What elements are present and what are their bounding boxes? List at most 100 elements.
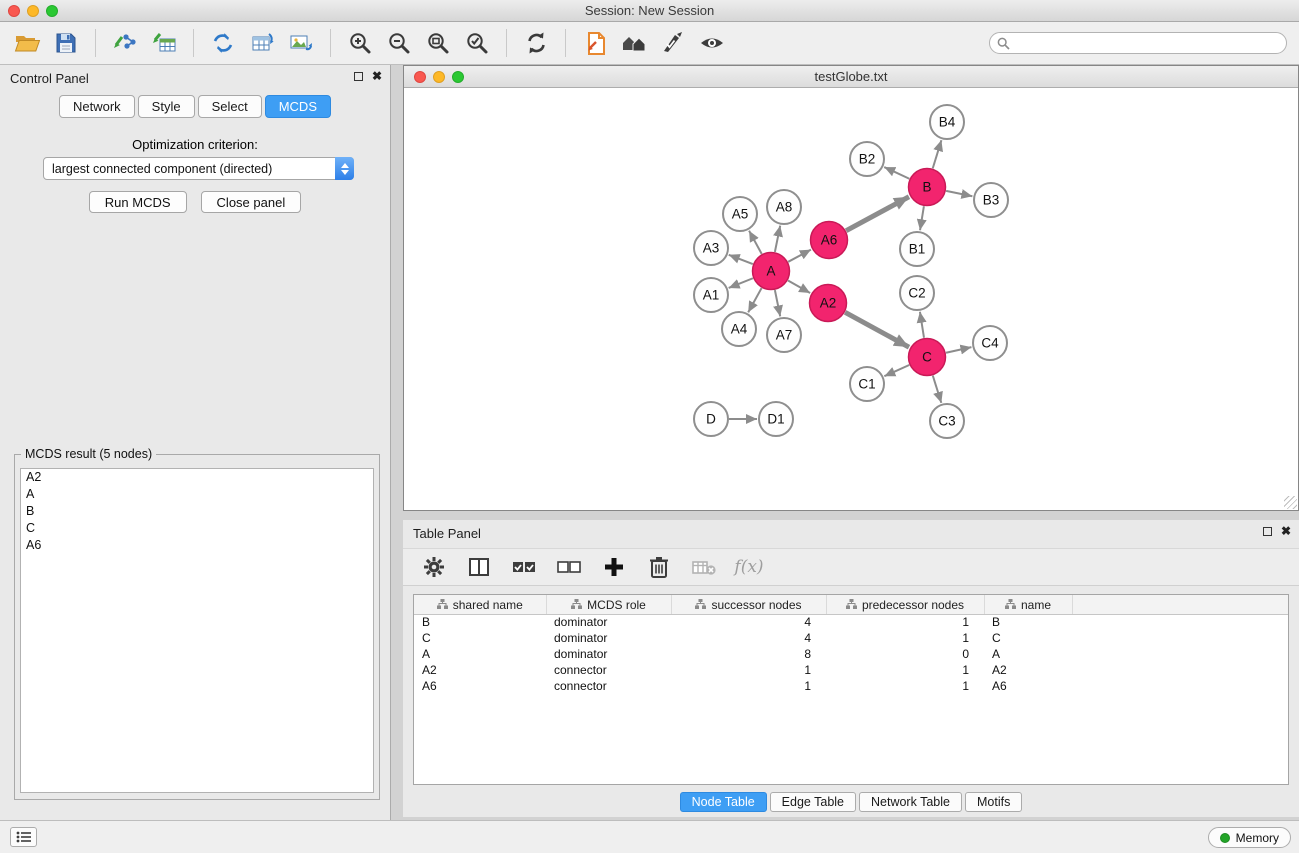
memory-button[interactable]: Memory	[1208, 827, 1291, 848]
graph-node-D[interactable]: D	[694, 402, 728, 436]
table-cell[interactable]: 8	[671, 646, 826, 662]
column-header-MCDS-role[interactable]: MCDS role	[546, 595, 671, 614]
mcds-result-item[interactable]: A	[21, 486, 373, 503]
graph-node-B2[interactable]: B2	[850, 142, 884, 176]
graph-edge-C-C2[interactable]	[920, 312, 924, 338]
optimization-criterion-dropdown[interactable]: largest connected component (directed)	[43, 157, 354, 180]
mcds-result-item[interactable]: A2	[21, 469, 373, 486]
table-cell[interactable]: 1	[826, 678, 984, 694]
import-network-button[interactable]	[108, 26, 142, 60]
table-cell[interactable]: 1	[826, 662, 984, 678]
graph-edge-B-B4[interactable]	[933, 140, 942, 168]
float-panel-icon[interactable]	[354, 72, 363, 81]
graph-node-A4[interactable]: A4	[722, 312, 756, 346]
graph-node-C3[interactable]: C3	[930, 404, 964, 438]
tab-style[interactable]: Style	[138, 95, 195, 118]
new-network-button[interactable]	[206, 26, 240, 60]
table-cell[interactable]: dominator	[546, 614, 671, 630]
table-cell[interactable]: dominator	[546, 630, 671, 646]
tab-motifs[interactable]: Motifs	[965, 792, 1022, 812]
table-row[interactable]: A6connector11A6	[414, 678, 1289, 694]
table-row[interactable]: Cdominator41C	[414, 630, 1289, 646]
graph-edge-A-A7[interactable]	[775, 290, 780, 316]
graph-node-C[interactable]: C	[909, 339, 946, 376]
graph-edge-C-C3[interactable]	[933, 376, 942, 403]
refresh-button[interactable]	[519, 26, 553, 60]
graph-edge-A-A3[interactable]	[729, 255, 753, 264]
close-table-panel-icon[interactable]: ✖	[1281, 526, 1291, 537]
graph-edge-A2-C[interactable]	[845, 312, 909, 347]
tab-node-table[interactable]: Node Table	[680, 792, 767, 812]
table-cell[interactable]: A6	[984, 678, 1072, 694]
graph-node-A1[interactable]: A1	[694, 278, 728, 312]
graph-node-C1[interactable]: C1	[850, 367, 884, 401]
network-canvas[interactable]: B4B2BB3A8A5A6A3B1AC2A1A2A4A7C4CC1DD1C3	[404, 88, 1298, 510]
graph-node-A8[interactable]: A8	[767, 190, 801, 224]
tab-select[interactable]: Select	[198, 95, 262, 118]
graph-node-C2[interactable]: C2	[900, 276, 934, 310]
zoom-out-button[interactable]	[382, 26, 416, 60]
graph-node-B3[interactable]: B3	[974, 183, 1008, 217]
table-cell[interactable]: A	[984, 646, 1072, 662]
graph-node-A3[interactable]: A3	[694, 231, 728, 265]
graph-edge-A-A6[interactable]	[788, 250, 811, 262]
open-document-button[interactable]	[578, 26, 612, 60]
save-session-button[interactable]	[49, 26, 83, 60]
graph-edge-A-A1[interactable]	[729, 278, 753, 288]
deselect-all-button[interactable]	[556, 554, 582, 580]
graph-node-C4[interactable]: C4	[973, 326, 1007, 360]
column-header-predecessor-nodes[interactable]: predecessor nodes	[826, 595, 984, 614]
graph-edge-C-C1[interactable]	[884, 365, 909, 376]
graph-edge-C-C4[interactable]	[946, 347, 971, 353]
graph-edge-A-A5[interactable]	[749, 231, 762, 254]
table-cell[interactable]: C	[414, 630, 546, 646]
import-table-button[interactable]	[147, 26, 181, 60]
float-table-panel-icon[interactable]	[1263, 527, 1272, 536]
table-cell[interactable]: 1	[671, 678, 826, 694]
graph-edge-A-A8[interactable]	[775, 226, 780, 252]
table-cell[interactable]: connector	[546, 662, 671, 678]
table-cell[interactable]: connector	[546, 678, 671, 694]
table-cell[interactable]: 1	[826, 614, 984, 630]
table-cell[interactable]: A6	[414, 678, 546, 694]
eye-button[interactable]	[695, 26, 729, 60]
table-cell[interactable]: B	[414, 614, 546, 630]
graph-edge-B-B1[interactable]	[920, 206, 924, 230]
graph-node-A[interactable]: A	[753, 253, 790, 290]
table-row[interactable]: Adominator80A	[414, 646, 1289, 662]
table-cell[interactable]: 4	[671, 630, 826, 646]
table-cell[interactable]: C	[984, 630, 1072, 646]
graph-edge-B-B2[interactable]	[884, 167, 909, 179]
export-image-button[interactable]	[284, 26, 318, 60]
graph-node-B[interactable]: B	[909, 169, 946, 206]
mcds-result-item[interactable]: C	[21, 520, 373, 537]
add-column-button[interactable]	[601, 554, 627, 580]
brush-check-button[interactable]	[656, 26, 690, 60]
table-cell[interactable]: A	[414, 646, 546, 662]
graph-node-B1[interactable]: B1	[900, 232, 934, 266]
graph-node-D1[interactable]: D1	[759, 402, 793, 436]
table-cell[interactable]: A2	[414, 662, 546, 678]
home-button[interactable]	[617, 26, 651, 60]
tab-mcds[interactable]: MCDS	[265, 95, 331, 118]
graph-node-B4[interactable]: B4	[930, 105, 964, 139]
show-columns-button[interactable]	[466, 554, 492, 580]
table-cell[interactable]: B	[984, 614, 1072, 630]
table-settings-button[interactable]	[421, 554, 447, 580]
resize-grip[interactable]	[1284, 496, 1297, 509]
graph-edge-A6-B[interactable]	[846, 197, 909, 231]
tab-network-table[interactable]: Network Table	[859, 792, 962, 812]
network-from-table-button[interactable]	[245, 26, 279, 60]
run-mcds-button[interactable]: Run MCDS	[89, 191, 187, 213]
table-row[interactable]: A2connector11A2	[414, 662, 1289, 678]
open-session-button[interactable]	[10, 26, 44, 60]
column-header-shared-name[interactable]: shared name	[414, 595, 546, 614]
table-cell[interactable]: 1	[671, 662, 826, 678]
close-panel-button[interactable]: Close panel	[201, 191, 302, 213]
tab-network[interactable]: Network	[59, 95, 135, 118]
mcds-result-item[interactable]: A6	[21, 537, 373, 554]
delete-column-button[interactable]	[646, 554, 672, 580]
graph-node-A5[interactable]: A5	[723, 197, 757, 231]
graph-edge-A-A4[interactable]	[748, 288, 761, 312]
table-cell[interactable]: A2	[984, 662, 1072, 678]
